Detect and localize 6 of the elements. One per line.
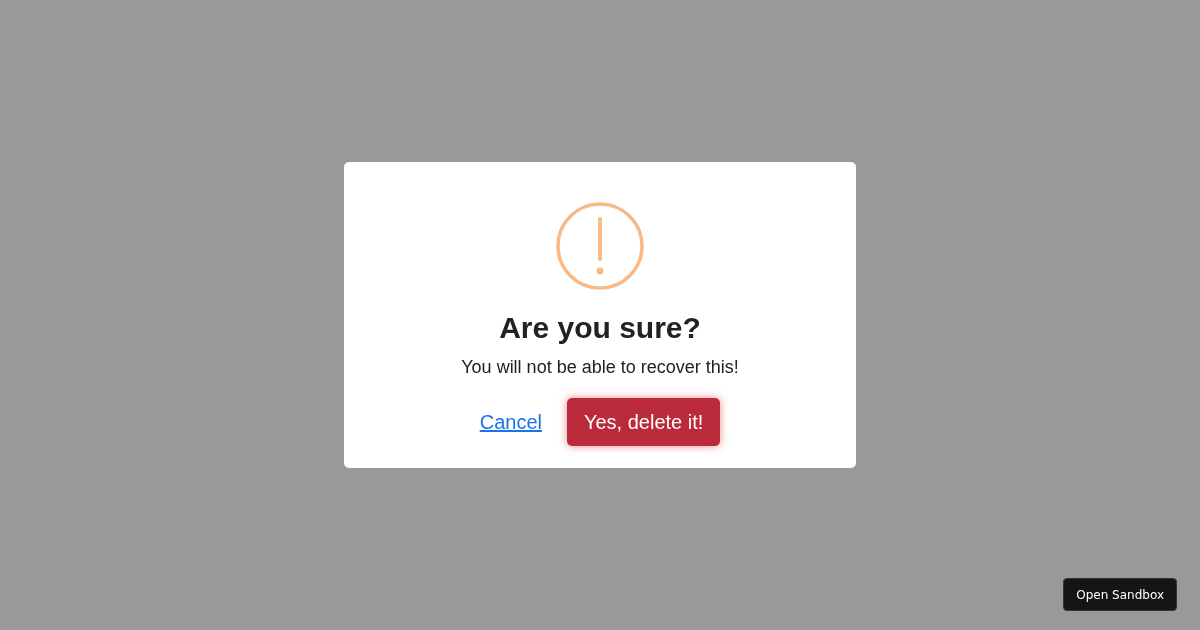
dialog-title: Are you sure? bbox=[499, 310, 701, 346]
cancel-link[interactable]: Cancel bbox=[479, 410, 542, 434]
dialog-message: You will not be able to recover this! bbox=[461, 356, 739, 378]
open-sandbox-button[interactable]: Open Sandbox bbox=[1063, 578, 1177, 611]
delete-button[interactable]: Yes, delete it! bbox=[566, 398, 721, 446]
warning-icon bbox=[556, 202, 644, 290]
